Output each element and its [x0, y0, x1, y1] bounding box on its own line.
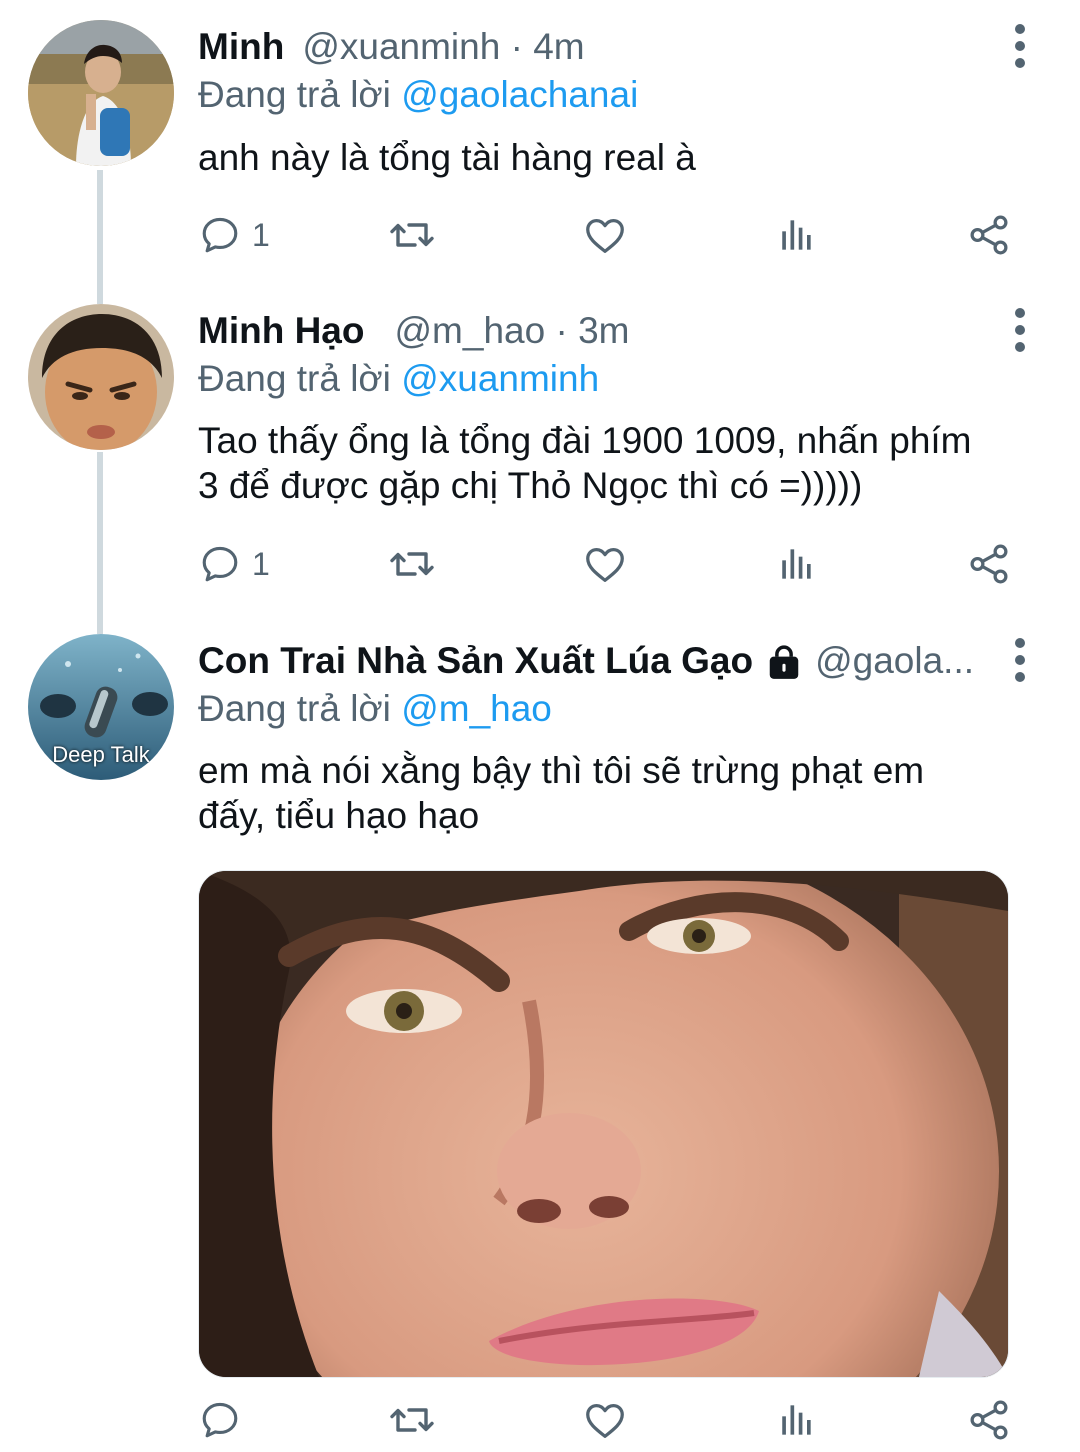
retweet-icon [388, 1396, 436, 1444]
display-name[interactable]: Minh [198, 26, 284, 67]
mention-link[interactable]: @xuanminh [401, 358, 599, 399]
mention-link[interactable]: @gaolachanai [401, 74, 638, 115]
reply-count: 1 [252, 216, 270, 253]
replying-to: Đang trả lời @m_hao [198, 684, 552, 734]
analytics-button[interactable] [774, 205, 818, 265]
analytics-icon [774, 542, 818, 586]
retweet-button[interactable] [388, 534, 436, 594]
reply-icon [198, 213, 242, 257]
more-icon[interactable] [1000, 300, 1040, 360]
tweet-text-line: anh này là tổng tài hàng real à [198, 137, 696, 178]
tweet[interactable]: Deep Talk Con Trai Nhà Sản Xuất Lúa Gạo @… [0, 620, 1080, 1452]
retweet-icon [388, 211, 436, 259]
action-bar [198, 1390, 1018, 1450]
like-icon [582, 541, 628, 587]
tweet[interactable]: Minh @xuanminh · 4m Đang trả lời @gaolach… [0, 0, 1080, 290]
avatar[interactable] [28, 20, 174, 166]
replying-to: Đang trả lời @gaolachanai [198, 70, 638, 120]
lock-icon [769, 645, 799, 680]
action-bar: 1 [198, 534, 1018, 594]
replying-prefix: Đang trả lời [198, 688, 391, 729]
display-name[interactable]: Con Trai Nhà Sản Xuất Lúa Gạo [198, 640, 753, 681]
avatar[interactable]: Deep Talk [28, 634, 174, 780]
like-button[interactable] [582, 534, 628, 594]
tweet[interactable]: Minh Hạo @m_hao · 3m Đang trả lời @xuanmi… [0, 290, 1080, 620]
tweet-text-line: Tao thấy ổng là tổng đài 1900 1009, nhấn… [198, 420, 972, 461]
avatar[interactable] [28, 304, 174, 450]
face-photo [199, 871, 1008, 1377]
like-icon [582, 1397, 628, 1443]
tweet-text: em mà nói xằng bậy thì tôi sẽ trừng phạt… [198, 748, 1038, 838]
reply-count: 1 [252, 545, 270, 582]
reply-button[interactable] [198, 1390, 242, 1450]
share-icon [966, 1397, 1012, 1443]
share-button[interactable] [966, 1390, 1012, 1450]
tweet-header: Con Trai Nhà Sản Xuất Lúa Gạo @gaola... [198, 636, 1000, 686]
tweet-header: Minh Hạo @m_hao · 3m [198, 306, 1000, 356]
timestamp[interactable]: 3m [578, 310, 629, 351]
retweet-icon [388, 540, 436, 588]
display-name[interactable]: Minh Hạo [198, 310, 364, 351]
analytics-button[interactable] [774, 534, 818, 594]
reply-button[interactable]: 1 [198, 205, 270, 265]
tweet-text-line: 3 để được gặp chị Thỏ Ngọc thì có =))))) [198, 465, 863, 506]
analytics-icon [774, 1398, 818, 1442]
replying-to: Đang trả lời @xuanminh [198, 354, 599, 404]
tweet-text: Tao thấy ổng là tổng đài 1900 1009, nhấn… [198, 418, 1038, 508]
like-button[interactable] [582, 205, 628, 265]
user-handle[interactable]: @m_hao [394, 310, 545, 351]
like-button[interactable] [582, 1390, 628, 1450]
share-icon [966, 212, 1012, 258]
retweet-button[interactable] [388, 205, 436, 265]
mention-link[interactable]: @m_hao [401, 688, 552, 729]
tweet-header: Minh @xuanminh · 4m [198, 22, 1000, 72]
replying-prefix: Đang trả lời [198, 358, 391, 399]
tweet-text: anh này là tổng tài hàng real à [198, 135, 1038, 180]
separator: · [510, 26, 523, 67]
tweet-text-line: đấy, tiểu hạo hạo [198, 795, 480, 836]
replying-prefix: Đang trả lời [198, 74, 391, 115]
tweet-media-image[interactable] [198, 870, 1009, 1378]
tweet-text-line: em mà nói xằng bậy thì tôi sẽ trừng phạt… [198, 750, 925, 791]
user-handle[interactable]: @gaola... [815, 640, 974, 681]
separator: · [555, 310, 568, 351]
retweet-button[interactable] [388, 1390, 436, 1450]
avatar-caption: Deep Talk [52, 742, 150, 767]
analytics-button[interactable] [774, 1390, 818, 1450]
reply-button[interactable]: 1 [198, 534, 270, 594]
like-icon [582, 212, 628, 258]
analytics-icon [774, 213, 818, 257]
user-handle[interactable]: @xuanminh [302, 26, 500, 67]
action-bar: 1 [198, 205, 1018, 265]
share-button[interactable] [966, 205, 1012, 265]
more-icon[interactable] [1000, 16, 1040, 76]
share-icon [966, 541, 1012, 587]
timestamp[interactable]: 4m [533, 26, 584, 67]
more-icon[interactable] [1000, 630, 1040, 690]
reply-icon [198, 1398, 242, 1442]
reply-icon [198, 542, 242, 586]
share-button[interactable] [966, 534, 1012, 594]
